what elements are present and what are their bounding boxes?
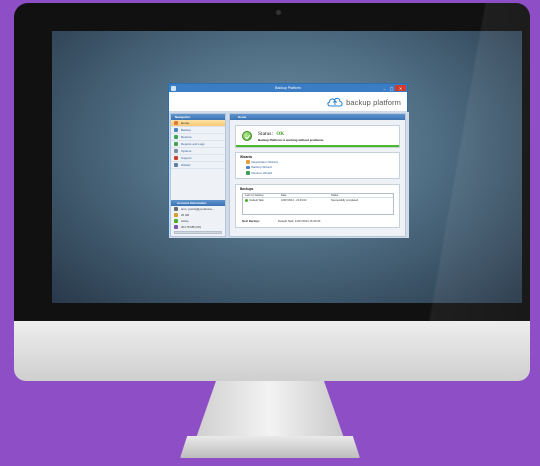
- table-row[interactable]: Default Task 10/07/2014 - 22:40:02 Succe…: [243, 198, 393, 203]
- column-header[interactable]: Status: [331, 194, 393, 197]
- wizards-panel: Wizards Registration Wizard Backup Wizard…: [235, 152, 400, 179]
- brand-logo: backup platform: [326, 96, 401, 108]
- nav-list: Home Backup Restore Reports and Logs Options…: [171, 120, 225, 169]
- account-info-text: acm: yourdo@yourdoma...: [181, 207, 214, 211]
- wizard-icon: [174, 163, 178, 167]
- status-label: Status:: [258, 131, 273, 137]
- wizard-list: Registration Wizard Backup Wizard Restore …: [236, 159, 399, 176]
- imac-bezel: Backup Platform – ▢ ✕ backup platform Na…: [14, 3, 530, 321]
- report-icon: [174, 142, 178, 146]
- imac-stand: [195, 381, 345, 441]
- backup-name-cell: Default Task: [243, 199, 281, 202]
- sidebar-item-options[interactable]: Options: [171, 148, 225, 155]
- main-header: Home: [230, 114, 405, 120]
- usage-progress-bar: [174, 231, 222, 234]
- account-info-text: Active: [181, 219, 189, 223]
- imac-chin: [14, 321, 530, 381]
- backup-name: Default Task: [249, 199, 264, 202]
- usage-icon: [174, 225, 178, 229]
- status-panel: Status: OK Backup Platform is working wi…: [235, 125, 400, 148]
- brand-name: backup platform: [346, 97, 401, 107]
- ok-check-icon: [242, 131, 252, 141]
- account-info-text: 25 GB: [181, 213, 189, 217]
- imac-stand-base: [180, 436, 360, 458]
- minimize-button[interactable]: –: [381, 85, 388, 91]
- account-info-panel: Account Information acm: yourdo@yourdoma…: [171, 200, 225, 235]
- backup-icon: [174, 128, 178, 132]
- sidebar-item-wizard[interactable]: Wizard: [171, 162, 225, 169]
- navigation-panel: Navigation Home Backup Restore Reports and …: [170, 113, 226, 237]
- wizard-label: Backup Wizard: [251, 165, 272, 170]
- app-window: Backup Platform – ▢ ✕ backup platform Na…: [168, 83, 409, 238]
- backups-title: Backups: [240, 187, 254, 191]
- title-bar: Backup Platform – ▢ ✕: [169, 84, 407, 92]
- sidebar-item-label: Home: [181, 121, 190, 125]
- backups-table: Last run backup Date Status Default Task…: [242, 193, 394, 215]
- cloud-upload-icon: [327, 97, 343, 107]
- restore-icon: [174, 135, 178, 139]
- wizard-label: Restore Wizard: [251, 170, 273, 175]
- sidebar-item-label: Backup: [181, 128, 192, 132]
- account-info-row: 204.78 MB (0%): [171, 224, 225, 230]
- sidebar-item-label: Options: [181, 149, 192, 153]
- app-icon: [171, 85, 176, 91]
- sidebar-item-restore[interactable]: Restore: [171, 134, 225, 141]
- column-header[interactable]: Last run backup: [243, 194, 281, 197]
- window-title: Backup Platform: [275, 86, 301, 90]
- brand-bar: backup platform: [169, 92, 407, 112]
- sidebar-item-label: Reports and Logs: [181, 142, 205, 146]
- user-icon: [174, 207, 178, 211]
- status-message: Backup Platform is working without probl…: [258, 138, 325, 142]
- wizard-icon: [246, 171, 250, 175]
- sidebar-item-label: Support: [181, 156, 192, 160]
- home-icon: [174, 121, 178, 125]
- status-line: Status: OK: [258, 131, 284, 137]
- account-info-list: acm: yourdo@yourdoma... 25 GB Active 204.78…: [171, 206, 225, 230]
- wizard-link[interactable]: Restore Wizard: [236, 170, 399, 176]
- sidebar-item-reports-and-logs[interactable]: Reports and Logs: [171, 141, 225, 148]
- column-header[interactable]: Date: [281, 194, 331, 197]
- sidebar-item-home[interactable]: Home: [171, 120, 225, 127]
- backup-status: Successfully completed: [331, 199, 359, 202]
- wizard-icon: [246, 160, 250, 164]
- options-icon: [174, 149, 178, 153]
- desktop-screen: Backup Platform – ▢ ✕ backup platform Na…: [52, 31, 522, 303]
- success-icon: [245, 199, 248, 202]
- close-button[interactable]: ✕: [395, 85, 406, 91]
- status-bar: [236, 145, 399, 147]
- support-icon: [174, 156, 178, 160]
- sidebar-item-label: Wizard: [181, 163, 191, 167]
- sidebar-item-support[interactable]: Support: [171, 155, 225, 162]
- storage-icon: [174, 213, 178, 217]
- backups-panel: Backups Last run backup Date Status Defa: [235, 184, 400, 228]
- backup-date: 10/07/2014 - 22:40:02: [281, 199, 307, 202]
- wizard-label: Registration Wizard: [251, 159, 278, 164]
- maximize-button[interactable]: ▢: [388, 85, 395, 91]
- account-info-text: 204.78 MB (0%): [181, 225, 202, 229]
- status-value: OK: [276, 132, 285, 137]
- window-controls: – ▢ ✕: [381, 84, 406, 92]
- next-backup-value: Default Task: 11/07/2014 15:40:00: [278, 219, 321, 223]
- sidebar-item-label: Restore: [181, 135, 192, 139]
- sidebar-item-backup[interactable]: Backup: [171, 127, 225, 134]
- content-area: Navigation Home Backup Restore Reports and …: [169, 112, 409, 238]
- wizard-icon: [246, 165, 250, 169]
- next-backup: Next Backup: Default Task: 11/07/2014 15…: [242, 219, 320, 223]
- active-icon: [174, 219, 178, 223]
- camera-icon: [276, 10, 281, 15]
- main-panel: Home Status: OK Backup Platform is worki…: [229, 113, 406, 237]
- next-backup-label: Next Backup:: [242, 219, 260, 223]
